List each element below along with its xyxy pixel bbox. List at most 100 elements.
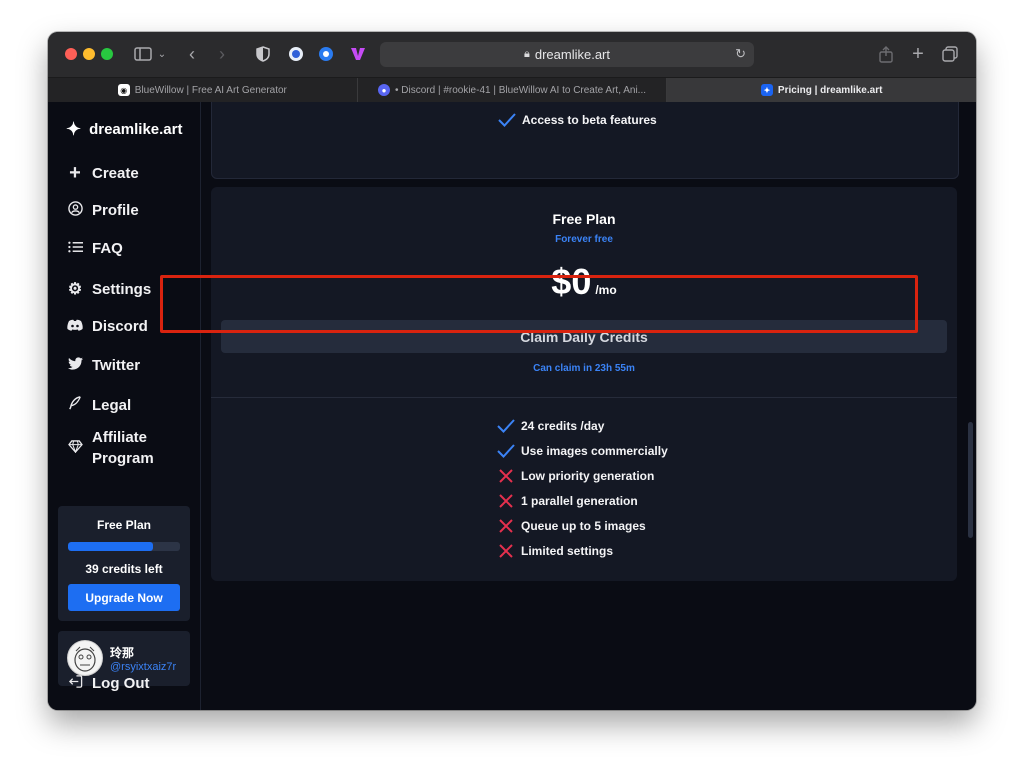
credits-progress-fill	[68, 542, 154, 551]
feature-text: Use images commercially	[521, 444, 668, 458]
user-name: 玲那	[110, 646, 135, 660]
bluewillow-favicon-icon: ◉	[117, 84, 130, 96]
discord-favicon-icon: ●	[377, 84, 390, 96]
sidebar-item-create[interactable]: + Create	[66, 162, 139, 185]
logout-button[interactable]: Log Out	[66, 674, 149, 693]
minimize-window-button[interactable]	[83, 48, 95, 60]
shield-icon[interactable]	[254, 43, 272, 65]
claim-daily-credits-button[interactable]: Claim Daily Credits	[221, 320, 947, 353]
dreamlike-favicon-icon: ✦	[760, 84, 773, 96]
user-handle[interactable]: @rsyixtxaiz7r	[110, 661, 176, 673]
new-tab-icon[interactable]: +	[908, 43, 928, 65]
share-icon[interactable]	[876, 43, 896, 65]
logout-label: Log Out	[92, 675, 150, 692]
sidebar-item-label: Affiliate Program	[92, 429, 154, 467]
sidebar-item-label: Settings	[92, 280, 152, 298]
credits-left-text: 39 credits left	[85, 562, 163, 576]
feature-text: Queue up to 5 images	[521, 519, 646, 533]
browser-toolbar: ⌄ ‹ › 🔒︎ dreamlike.art ↻ +	[48, 32, 976, 77]
x-icon	[499, 544, 513, 558]
sidebar-item-twitter[interactable]: Twitter	[66, 357, 140, 374]
plan-title: Free Plan	[552, 211, 616, 227]
tab-bluewillow[interactable]: ◉ BlueWillow | Free AI Art Generator	[48, 78, 358, 102]
list-icon	[66, 240, 84, 257]
feature-item: Use images commercially	[497, 444, 668, 458]
check-icon	[497, 419, 515, 433]
price-amount: $0	[551, 261, 592, 302]
reload-icon[interactable]: ↻	[735, 46, 746, 62]
tab-label: • Discord | #rookie-41 | BlueWillow AI t…	[394, 84, 647, 96]
check-icon	[497, 444, 515, 458]
pricing-main: Access to beta features Free Plan Foreve…	[200, 102, 976, 710]
feature-text: Access to beta features	[522, 113, 657, 127]
page: ✦ dreamlike.art + Create Profile FAQ ⚙︎ …	[48, 102, 976, 710]
plus-icon: +	[69, 162, 81, 184]
feature-item: Access to beta features	[498, 113, 657, 127]
tab-overview-icon[interactable]	[940, 43, 960, 65]
feature-item: Limited settings	[497, 544, 613, 558]
extension-icon-2[interactable]	[316, 43, 336, 65]
feather-icon	[66, 396, 84, 414]
tab-discord[interactable]: ● • Discord | #rookie-41 | BlueWillow AI…	[358, 78, 668, 102]
maximize-window-button[interactable]	[101, 48, 113, 60]
gear-icon: ⚙︎	[67, 281, 83, 298]
brand-name: dreamlike.art	[89, 121, 183, 138]
sidebar-item-faq[interactable]: FAQ	[66, 240, 123, 257]
sidebar-item-label: Legal	[92, 396, 132, 414]
plan-subtitle: Forever free	[555, 234, 613, 245]
upgrade-now-button[interactable]: Upgrade Now	[68, 584, 180, 611]
feature-item: 24 credits /day	[497, 419, 604, 433]
free-plan-card: Free Plan Forever free $0/mo Claim Daily…	[211, 187, 957, 581]
x-icon	[499, 494, 513, 508]
sidebar-toggle-icon[interactable]	[132, 43, 154, 65]
tab-bar: ◉ BlueWillow | Free AI Art Generator ● •…	[48, 77, 976, 102]
forward-icon[interactable]: ›	[214, 43, 230, 65]
lock-icon: 🔒︎	[524, 48, 530, 60]
browser-window: ⌄ ‹ › 🔒︎ dreamlike.art ↻ + ◉ BlueWillow …	[48, 32, 976, 710]
sidebar-item-settings[interactable]: ⚙︎ Settings	[66, 279, 151, 299]
sidebar: ✦ dreamlike.art + Create Profile FAQ ⚙︎ …	[48, 102, 201, 710]
twitter-icon	[66, 357, 84, 374]
page-scrollbar[interactable]	[968, 422, 973, 538]
extension-icon-1[interactable]	[286, 43, 306, 65]
feature-item: Low priority generation	[497, 469, 654, 483]
feature-text: 1 parallel generation	[521, 494, 638, 508]
sidebar-item-discord[interactable]: Discord	[66, 318, 148, 335]
discord-icon	[66, 318, 84, 335]
tab-label: BlueWillow | Free AI Art Generator	[134, 84, 287, 96]
feature-item: Queue up to 5 images	[497, 519, 646, 533]
sidebar-item-affiliate[interactable]: Affiliate Program	[66, 427, 162, 469]
sidebar-item-profile[interactable]: Profile	[66, 201, 139, 220]
avatar[interactable]	[67, 640, 103, 676]
plan-price: $0/mo	[211, 261, 957, 303]
feature-text: 24 credits /day	[521, 419, 605, 433]
x-icon	[499, 519, 513, 533]
check-icon	[498, 113, 516, 127]
logout-icon	[66, 674, 84, 693]
x-icon	[499, 469, 513, 483]
sidebar-item-label: Discord	[92, 318, 148, 335]
back-icon[interactable]: ‹	[184, 43, 200, 65]
address-text: dreamlike.art	[534, 47, 610, 62]
sidebar-item-legal[interactable]: Legal	[66, 396, 131, 414]
address-bar[interactable]: 🔒︎ dreamlike.art ↻	[380, 42, 754, 67]
v-extension-icon[interactable]	[348, 43, 368, 65]
tab-pricing[interactable]: ✦ Pricing | dreamlike.art	[667, 78, 976, 102]
sidebar-item-label: Create	[92, 165, 139, 182]
plan-card: Free Plan 39 credits left Upgrade Now	[58, 506, 190, 621]
sidebar-item-label: Profile	[92, 202, 139, 219]
feature-text: Low priority generation	[521, 469, 655, 483]
chevron-down-icon[interactable]: ⌄	[156, 43, 168, 65]
tab-label: Pricing | dreamlike.art	[777, 84, 883, 96]
sidebar-item-label: Twitter	[92, 357, 141, 374]
brand-logo[interactable]: ✦ dreamlike.art	[66, 119, 182, 140]
sidebar-item-label: FAQ	[92, 240, 123, 257]
divider	[211, 397, 957, 398]
feature-item: 1 parallel generation	[497, 494, 638, 508]
close-window-button[interactable]	[65, 48, 77, 60]
price-period: /mo	[595, 283, 617, 297]
plan-card-title: Free Plan	[96, 518, 152, 532]
profile-icon	[66, 201, 84, 220]
claim-cooldown-text: Can claim in 23h 55m	[533, 363, 635, 374]
feature-text: Limited settings	[521, 544, 614, 558]
